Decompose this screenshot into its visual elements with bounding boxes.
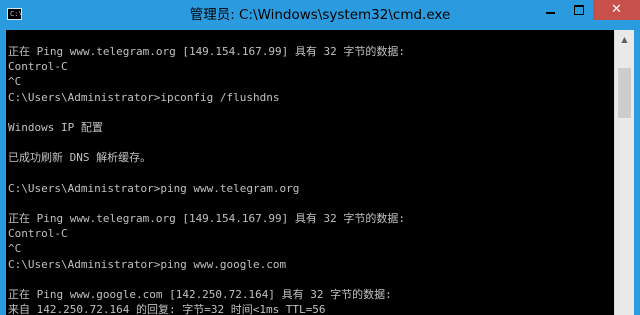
console-line: Windows IP 配置 — [8, 120, 103, 134]
title-bar[interactable]: C:\ 管理员: C:\Windows\system32\cmd.exe ✕ — [0, 0, 640, 30]
close-button[interactable]: ✕ — [593, 0, 640, 20]
console-output[interactable]: 正在 Ping www.telegram.org [149.154.167.99… — [6, 30, 614, 315]
close-icon: ✕ — [611, 2, 622, 17]
console-line: 来自 142.250.72.164 的回复: 字节=32 时间<1ms TTL=… — [8, 303, 326, 315]
console-line: 正在 Ping www.telegram.org [149.154.167.99… — [8, 212, 406, 226]
console-line: Control-C — [8, 60, 68, 74]
console-line: C:\Users\Administrator>ping www.google.c… — [8, 257, 287, 271]
maximize-button[interactable] — [565, 0, 593, 20]
vertical-scrollbar[interactable]: ▲ — [614, 30, 634, 315]
scroll-up-icon[interactable]: ▲ — [615, 30, 634, 49]
console-line: Control-C — [8, 227, 68, 241]
console-text: 正在 Ping www.telegram.org [149.154.167.99… — [8, 44, 405, 315]
maximize-icon — [574, 5, 584, 15]
console-line: ^C — [8, 242, 22, 256]
console-line: C:\Users\Administrator>ping www.telegram… — [8, 181, 300, 195]
minimize-icon — [546, 12, 555, 14]
console-line: 正在 Ping www.telegram.org [149.154.167.99… — [8, 45, 406, 58]
console-line: 正在 Ping www.google.com [142.250.72.164] … — [8, 288, 392, 301]
console-line: 已成功刷新 DNS 解析缓存。 — [8, 151, 152, 165]
console-line: ^C — [8, 75, 22, 89]
console-line: C:\Users\Administrator>ipconfig /flushdn… — [8, 90, 280, 104]
scroll-thumb[interactable] — [618, 68, 631, 118]
cmd-window: C:\ 管理员: C:\Windows\system32\cmd.exe ✕ 正… — [0, 0, 640, 315]
window-frame-right — [634, 30, 640, 315]
minimize-button[interactable] — [537, 0, 565, 20]
